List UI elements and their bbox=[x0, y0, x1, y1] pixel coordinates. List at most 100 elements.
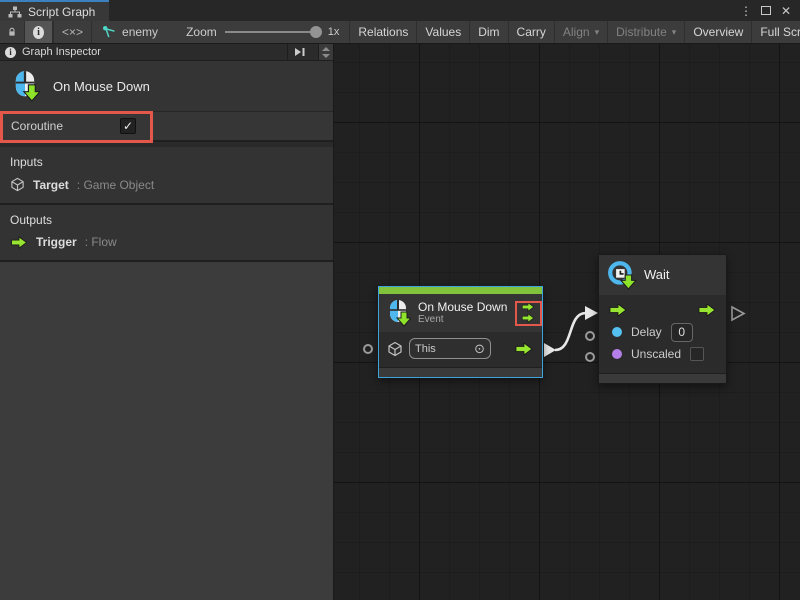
event-accent-bar bbox=[379, 287, 542, 294]
graph-name: enemy bbox=[122, 25, 158, 39]
node-footer bbox=[379, 367, 542, 377]
script-graph-icon bbox=[8, 6, 22, 18]
zoom-value: 1x bbox=[328, 26, 340, 38]
input-port-name: Target bbox=[33, 178, 69, 192]
graph-reference[interactable]: enemy bbox=[92, 21, 168, 43]
inputs-section: Inputs Target : Game Object bbox=[0, 147, 333, 205]
output-port-type: : Flow bbox=[85, 235, 117, 249]
zoom-slider[interactable] bbox=[225, 31, 320, 33]
node-header: On Mouse Down Event bbox=[379, 294, 542, 332]
node-header: Wait bbox=[599, 255, 726, 295]
info-icon: i bbox=[33, 26, 44, 39]
delay-input-port-circle[interactable] bbox=[585, 331, 595, 341]
inspector-empty-area bbox=[0, 262, 333, 600]
chevron-down-icon: ▾ bbox=[672, 27, 677, 38]
unscaled-label: Unscaled bbox=[631, 347, 681, 361]
flow-arrow-icon bbox=[10, 236, 28, 249]
overview-button[interactable]: Overview bbox=[685, 21, 752, 43]
zoom-control: Zoom 1x bbox=[168, 21, 349, 43]
lock-button[interactable] bbox=[0, 21, 25, 43]
output-port-name: Trigger bbox=[36, 235, 77, 249]
unit-title: On Mouse Down bbox=[53, 79, 150, 94]
object-picker-icon: ⊙ bbox=[474, 342, 485, 355]
zoom-slider-handle[interactable] bbox=[310, 26, 322, 38]
check-icon: ✓ bbox=[123, 119, 133, 133]
maximize-icon[interactable] bbox=[758, 3, 774, 19]
graph-icon bbox=[102, 25, 116, 39]
flow-row bbox=[599, 295, 726, 321]
output-port-row: Trigger : Flow bbox=[0, 233, 333, 251]
node-subtitle: Event bbox=[418, 314, 507, 326]
relations-button[interactable]: Relations bbox=[349, 21, 417, 43]
coroutine-label: Coroutine bbox=[11, 119, 63, 133]
outputs-section: Outputs Trigger : Flow bbox=[0, 205, 333, 262]
target-field-value: This bbox=[415, 343, 436, 355]
dim-button[interactable]: Dim bbox=[470, 21, 508, 43]
node-on-mouse-down[interactable]: On Mouse Down Event This ⊙ bbox=[378, 286, 543, 378]
cube-icon bbox=[387, 341, 403, 357]
target-object-field[interactable]: This ⊙ bbox=[409, 338, 491, 359]
delay-value-field[interactable]: 0 bbox=[671, 323, 693, 342]
window-controls: ⋮ ✕ bbox=[738, 0, 800, 21]
unity-script-graph-window: Script Graph ⋮ ✕ i <×> enemy Zoom bbox=[0, 0, 800, 600]
delay-row: Delay 0 bbox=[599, 321, 726, 343]
zoom-label: Zoom bbox=[186, 25, 217, 39]
outputs-title: Outputs bbox=[0, 210, 333, 233]
close-icon[interactable]: ✕ bbox=[778, 3, 794, 19]
input-port-type: : Game Object bbox=[77, 178, 154, 192]
fullscreen-button[interactable]: Full Screen bbox=[752, 21, 800, 43]
graph-toolbar: i <×> enemy Zoom 1x Relations Values Dim… bbox=[0, 21, 800, 44]
align-label: Align bbox=[563, 25, 590, 39]
unscaled-row: Unscaled bbox=[599, 343, 726, 365]
delay-label: Delay bbox=[631, 325, 662, 339]
unscaled-input-port-circle[interactable] bbox=[585, 352, 595, 362]
node-footer bbox=[599, 373, 726, 383]
output-port-triangle[interactable] bbox=[732, 307, 744, 320]
inspector-toggle-button[interactable]: i bbox=[25, 21, 53, 43]
unscaled-port-dot[interactable] bbox=[612, 349, 622, 359]
node-body: This ⊙ bbox=[379, 332, 542, 365]
unscaled-checkbox[interactable] bbox=[690, 347, 704, 361]
clock-wait-icon bbox=[607, 260, 637, 290]
lock-icon bbox=[8, 25, 16, 39]
align-dropdown[interactable]: Align ▾ bbox=[555, 21, 608, 43]
mouse-event-icon bbox=[10, 70, 40, 102]
target-input-port-circle[interactable] bbox=[363, 344, 373, 354]
values-button[interactable]: Values bbox=[417, 21, 470, 43]
flow-output-port[interactable] bbox=[696, 303, 718, 317]
carry-button[interactable]: Carry bbox=[509, 21, 555, 43]
main-area: i Graph Inspector On Mouse Down Coroutin… bbox=[0, 44, 800, 600]
tab-script-graph[interactable]: Script Graph bbox=[0, 0, 109, 21]
code-view-icon: <×> bbox=[62, 25, 83, 39]
distribute-label: Distribute bbox=[616, 25, 667, 39]
graph-canvas[interactable]: On Mouse Down Event This ⊙ bbox=[334, 44, 800, 600]
scroll-spinner[interactable] bbox=[318, 44, 333, 60]
cube-icon bbox=[10, 177, 25, 192]
node-title: Wait bbox=[644, 268, 670, 282]
coroutine-checkbox[interactable]: ✓ bbox=[120, 118, 136, 134]
inspector-title: Graph Inspector bbox=[22, 46, 281, 58]
scroll-up-icon bbox=[322, 47, 330, 51]
trigger-output-port[interactable] bbox=[514, 342, 534, 356]
coroutine-badge-icon bbox=[519, 302, 537, 323]
mouse-event-icon bbox=[385, 299, 411, 327]
coroutine-row: Coroutine ✓ bbox=[0, 111, 333, 142]
delay-port-dot[interactable] bbox=[612, 327, 622, 337]
flow-input-port[interactable] bbox=[607, 303, 629, 317]
graph-inspector-panel: i Graph Inspector On Mouse Down Coroutin… bbox=[0, 44, 334, 600]
inspected-unit: On Mouse Down bbox=[0, 61, 333, 111]
inspector-header: i Graph Inspector bbox=[0, 44, 333, 61]
titlebar: Script Graph ⋮ ✕ bbox=[0, 0, 800, 21]
scroll-down-icon bbox=[322, 54, 330, 58]
kebab-menu-icon[interactable]: ⋮ bbox=[738, 3, 754, 19]
tab-label: Script Graph bbox=[28, 5, 95, 19]
inputs-title: Inputs bbox=[0, 152, 333, 175]
node-title: On Mouse Down bbox=[418, 300, 507, 314]
toolbar-buttons: Relations Values Dim Carry Align ▾ Distr… bbox=[349, 21, 800, 43]
node-wait[interactable]: Wait Delay 0 Unscaled bbox=[598, 254, 727, 384]
code-view-button[interactable]: <×> bbox=[53, 21, 92, 43]
dock-icon[interactable] bbox=[287, 44, 312, 60]
info-icon: i bbox=[5, 47, 16, 58]
chevron-down-icon: ▾ bbox=[595, 27, 600, 38]
distribute-dropdown[interactable]: Distribute ▾ bbox=[608, 21, 685, 43]
